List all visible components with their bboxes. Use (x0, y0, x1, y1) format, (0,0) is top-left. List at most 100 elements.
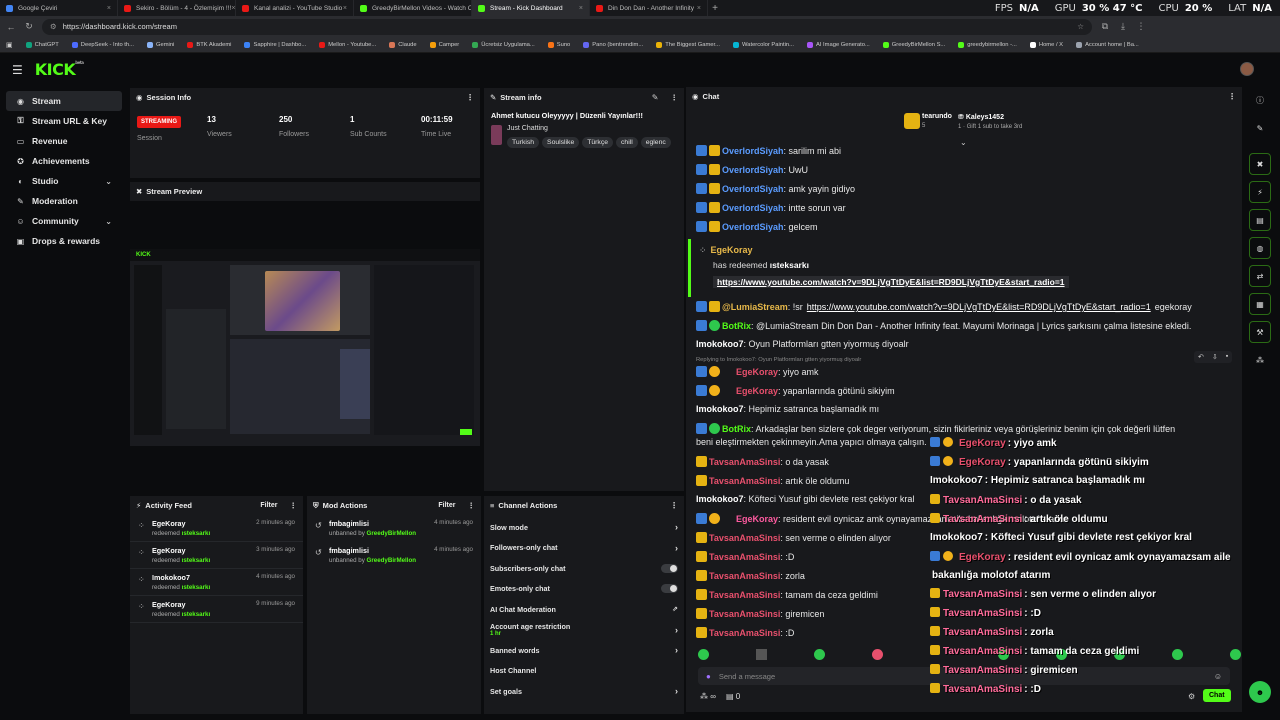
sidebar-item-revenue[interactable]: ▭ Revenue (6, 131, 122, 151)
chat-username[interactable]: Imokokoo7 (696, 494, 744, 504)
edit-layout-icon[interactable]: ✎ (1249, 117, 1271, 139)
downloads-icon[interactable]: ⤓ (1118, 21, 1128, 32)
chat-username[interactable]: OverlordSiyah (722, 222, 784, 232)
chat-username[interactable]: TavsanAmaSinsi (709, 533, 780, 543)
activity-user[interactable]: EgeKoray (152, 546, 210, 555)
link-icon[interactable]: ⇄ (1249, 265, 1271, 287)
chat-message-continuation[interactable]: beni eleştirmekten çekinmeyin.Ama yapıcı… (696, 437, 927, 447)
chat-settings-icon[interactable]: ⚙ (1188, 692, 1195, 701)
sidebar-item-studio[interactable]: ◐ Studio ⌄ (6, 171, 122, 191)
channel-actions-menu-icon[interactable]: ⋮ (670, 501, 678, 510)
chat-message[interactable]: @LumiaStream: !sr https://www.youtube.com… (696, 301, 1192, 312)
chat-send-button[interactable]: Chat (1203, 689, 1231, 702)
emote-icon[interactable] (872, 649, 883, 660)
gift-icon[interactable]: ▤ 0 (726, 692, 740, 701)
chat-message[interactable]: OverlordSiyah: intte sorun var (696, 202, 846, 213)
emote-icon[interactable] (1172, 649, 1183, 660)
chat-message[interactable]: OverlordSiyah: amk yayin gidiyo (696, 183, 855, 194)
channel-action-emotes-only-chat[interactable]: Emotes-only chat (484, 579, 684, 600)
tab-close-icon[interactable]: × (231, 5, 235, 12)
activity-menu-icon[interactable]: ⋮ (290, 501, 298, 510)
chevron-right-icon[interactable]: › (675, 645, 678, 655)
activity-filter-button[interactable]: Filter (260, 502, 277, 509)
channel-action-followers-only-chat[interactable]: Followers-only chat › (484, 538, 684, 559)
bookmark-item[interactable]: Account home | Ba... (1076, 41, 1139, 48)
chat-link[interactable]: https://www.youtube.com/watch?v=9DLjVgTt… (807, 302, 1151, 312)
stream-tag[interactable]: Türkçe (582, 137, 614, 148)
chat-username[interactable]: Imokokoo7 (696, 339, 744, 349)
chat-username[interactable]: TavsanAmaSinsi (709, 609, 780, 619)
chat-username[interactable]: EgeKoray (736, 514, 778, 524)
chat-message[interactable]: OverlordSiyah: gelcem (696, 221, 818, 232)
stream-tag[interactable]: Turkish (507, 137, 540, 148)
extensions-icon[interactable]: ⧉ (1100, 21, 1110, 32)
chat-username[interactable]: EgeKoray (736, 386, 778, 396)
chat-message[interactable]: TavsanAmaSinsi: sen verme o elinden alıy… (696, 532, 891, 543)
chat-message[interactable]: TavsanAmaSinsi: o da yasak (696, 456, 829, 467)
browser-tab[interactable]: Kanal analizi - YouTube Studio × (236, 0, 354, 16)
chat-username[interactable]: OverlordSiyah (722, 165, 784, 175)
emoji-icon[interactable]: ☺ (1214, 672, 1222, 681)
channel-action-slow-mode[interactable]: Slow mode › (484, 517, 684, 538)
chat-menu-icon[interactable]: ⋮ (1228, 92, 1236, 101)
toggle-switch[interactable] (661, 584, 678, 594)
bookmark-item[interactable]: Mellon - Youtube... (319, 41, 376, 48)
chat-message[interactable]: OverlordSiyah: sarilim mi abi (696, 145, 841, 156)
bookmark-item[interactable]: Camper (429, 41, 459, 48)
browser-tab[interactable]: Din Don Dan - Another Infinity × (590, 0, 708, 16)
toggle-switch[interactable] (661, 563, 678, 573)
chat-message[interactable]: Imokokoo7: Hepimiz satranca başlamadık m… (696, 404, 879, 414)
back-icon[interactable]: ← (6, 22, 16, 32)
top-gifter-name[interactable]: tearundo (922, 113, 952, 120)
stream-tag[interactable]: Soulslike (542, 137, 580, 148)
menu-icon[interactable]: ⋮ (1136, 21, 1146, 32)
chevron-right-icon[interactable]: › (675, 686, 678, 696)
chat-message[interactable]: TavsanAmaSinsi: giremicen (696, 608, 824, 619)
redeem-link[interactable]: https://www.youtube.com/watch?v=9DLjVgTt… (713, 276, 1069, 288)
new-tab-button[interactable]: + (708, 3, 722, 14)
mod-target-user[interactable]: fmbagimlisi (329, 546, 416, 555)
reload-icon[interactable]: ↻ (24, 21, 34, 32)
activity-user[interactable]: EgeKoray (152, 600, 210, 609)
avatar[interactable] (1240, 62, 1254, 76)
chat-message[interactable]: OverlordSiyah: UwU (696, 164, 808, 175)
sidebar-item-community[interactable]: ☺ Community ⌄ (6, 211, 122, 231)
tab-close-icon[interactable]: × (343, 5, 347, 12)
tab-close-icon[interactable]: × (697, 5, 701, 12)
preview-video[interactable]: KICK (130, 249, 480, 446)
bookmark-item[interactable]: The Biggest Gamer... (656, 41, 720, 48)
channel-action-banned-words[interactable]: Banned words › (484, 640, 684, 661)
floating-chat-button[interactable]: ☻ (1249, 681, 1271, 703)
bookmark-item[interactable]: Pano (bentrendim... (583, 41, 643, 48)
chat-message[interactable]: TavsanAmaSinsi: :D (696, 627, 794, 638)
emote-icon[interactable] (814, 649, 825, 660)
wrench-icon[interactable]: ⚒ (1249, 321, 1271, 343)
mod-filter-button[interactable]: Filter (438, 502, 455, 509)
chat-message[interactable]: Imokokoo7: Oyun Platformları gtten yiyor… (696, 339, 909, 349)
bookmark-item[interactable]: Ücretsiz Uygulama... (472, 41, 535, 48)
document-icon[interactable]: ▤ (1249, 209, 1271, 231)
sidebar-item-stream[interactable]: ◉ Stream (6, 91, 122, 111)
bookmark-item[interactable]: AI Image Generato... (806, 41, 870, 48)
chevron-right-icon[interactable]: › (675, 543, 678, 553)
session-menu-icon[interactable]: ⋮ (466, 93, 474, 102)
chat-message[interactable]: TavsanAmaSinsi: artık öle oldumu (696, 475, 849, 486)
chat-username[interactable]: OverlordSiyah (722, 146, 784, 156)
chat-username[interactable]: TavsanAmaSinsi (709, 628, 780, 638)
chat-message[interactable]: TavsanAmaSinsi: :D (696, 551, 794, 562)
sidebar-item-stream-url-key[interactable]: ⚿ Stream URL & Key (6, 111, 122, 131)
bookmark-item[interactable]: GreedyBirMellon S... (882, 41, 945, 48)
activity-user[interactable]: EgeKoray (152, 519, 210, 528)
stream-tool-icon[interactable]: ✖ (1249, 153, 1271, 175)
bookmark-item[interactable]: Sapphire | Dashbo... (244, 41, 306, 48)
tab-close-icon[interactable]: × (579, 5, 583, 12)
channel-action-host-channel[interactable]: Host Channel (484, 661, 684, 682)
delete-icon[interactable]: ▪ (1226, 353, 1228, 361)
users-icon[interactable]: ⁂ (1249, 349, 1271, 371)
info-icon[interactable]: ⓘ (1249, 89, 1271, 111)
browser-tab[interactable]: Stream - Kick Dashboard × (472, 0, 590, 16)
chevron-down-icon[interactable]: ⌄ (105, 217, 112, 226)
chat-username[interactable]: OverlordSiyah (722, 184, 784, 194)
bookmark-item[interactable]: Claude (389, 41, 417, 48)
expand-chevron-icon[interactable]: ⌄ (960, 138, 967, 147)
